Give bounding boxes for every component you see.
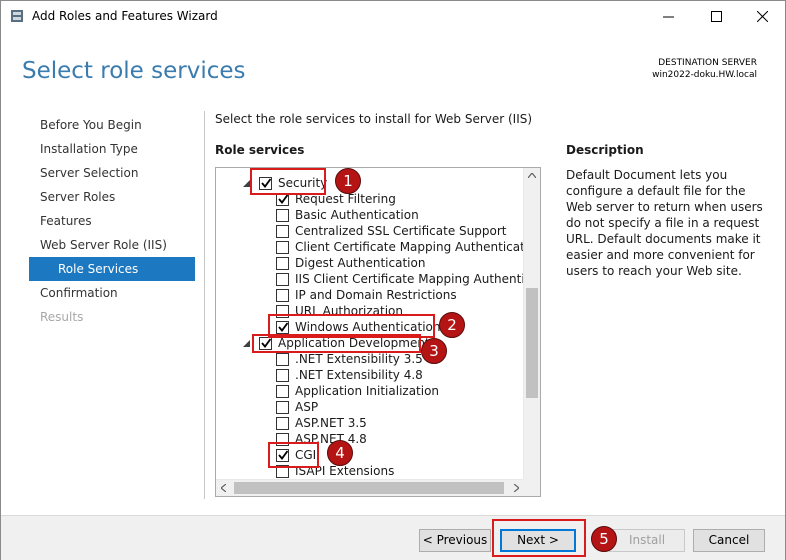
checkbox[interactable] (276, 401, 289, 414)
checkbox[interactable] (276, 241, 289, 254)
wizard-footer: < Previous Next > Install Cancel (1, 515, 785, 560)
nav-step[interactable]: Web Server Role (IIS) (29, 233, 195, 257)
checkbox[interactable] (276, 273, 289, 286)
role-services-heading: Role services (215, 143, 305, 157)
maximize-button[interactable] (693, 1, 739, 32)
minimize-icon (662, 16, 674, 18)
tree-row-label: Digest Authentication (295, 256, 426, 270)
window-title: Add Roles and Features Wizard (32, 9, 218, 23)
destination-server-name: win2022-doku.HW.local (652, 70, 757, 80)
vertical-scroll-thumb[interactable] (526, 288, 538, 398)
annotation-badge-2: 2 (439, 312, 465, 338)
install-button[interactable]: Install (609, 529, 685, 552)
scroll-right-icon[interactable] (514, 484, 519, 492)
nav-step[interactable]: Server Roles (29, 185, 195, 209)
tree-row-label: .NET Extensibility 4.8 (295, 368, 423, 382)
checkbox[interactable] (276, 385, 289, 398)
wizard-window: Add Roles and Features Wizard Select rol… (0, 0, 786, 560)
tree-row[interactable]: .NET Extensibility 3.5 (216, 351, 524, 367)
tree-row[interactable]: ASP (216, 399, 524, 415)
checkbox[interactable] (276, 225, 289, 238)
minimize-button[interactable] (645, 1, 691, 32)
scroll-left-icon[interactable] (221, 484, 226, 492)
horizontal-scroll-thumb[interactable] (234, 482, 504, 494)
scroll-up-icon[interactable] (528, 173, 536, 178)
checkbox[interactable] (276, 257, 289, 270)
nav-step[interactable]: Server Selection (29, 161, 195, 185)
annotation-box-app-dev (252, 334, 421, 353)
instruction-text: Select the role services to install for … (215, 112, 533, 126)
annotation-box-cgi (268, 442, 319, 468)
close-button[interactable] (739, 1, 785, 32)
scrollbar-corner (523, 479, 540, 496)
annotation-badge-3: 3 (421, 338, 447, 364)
annotation-badge-4: 4 (327, 440, 353, 466)
tree-row[interactable]: CGI (216, 447, 524, 463)
tree-row[interactable]: Application Initialization (216, 383, 524, 399)
tree-row[interactable]: Client Certificate Mapping Authenticatio… (216, 239, 540, 255)
annotation-badge-5: 5 (591, 526, 617, 552)
wizard-header: Select role services DESTINATION SERVER … (1, 32, 785, 100)
tree-row[interactable]: .NET Extensibility 4.8 (216, 367, 524, 383)
annotation-box-security (250, 168, 326, 195)
previous-button[interactable]: < Previous (419, 529, 491, 552)
tree-row-label: Basic Authentication (295, 208, 419, 222)
cancel-button[interactable]: Cancel (693, 529, 765, 552)
description-text: Default Document lets you configure a de… (566, 168, 763, 278)
annotation-box-next (492, 519, 586, 557)
nav-divider (204, 111, 205, 499)
tree-row-label: IP and Domain Restrictions (295, 288, 457, 302)
tree-row[interactable]: ASP.NET 3.5 (216, 415, 524, 431)
server-manager-icon (11, 10, 23, 22)
collapse-triangle-icon[interactable] (243, 180, 250, 187)
tree-row[interactable]: Basic Authentication (216, 207, 524, 223)
maximize-icon (710, 11, 722, 22)
checkbox[interactable] (276, 369, 289, 382)
tree-row[interactable]: IP and Domain Restrictions (216, 287, 524, 303)
wizard-steps-nav: Before You Begin Installation Type Server … (29, 113, 195, 329)
checkbox[interactable] (276, 209, 289, 222)
tree-row-label: Centralized SSL Certificate Support (295, 224, 507, 238)
destination-server-label: DESTINATION SERVER (658, 58, 757, 68)
horizontal-scrollbar[interactable] (216, 479, 524, 496)
nav-step[interactable]: Features (29, 209, 195, 233)
annotation-badge-1: 1 (335, 168, 361, 194)
tree-row[interactable]: Digest Authentication (216, 255, 524, 271)
tree-row-label: Application Initialization (295, 384, 440, 398)
checkbox[interactable] (276, 417, 289, 430)
tree-row[interactable]: ISAPI Extensions (216, 463, 524, 479)
description-heading: Description (566, 143, 644, 157)
nav-step[interactable]: Installation Type (29, 137, 195, 161)
close-icon (756, 11, 768, 22)
tree-row-label: Client Certificate Mapping Authenticatio… (295, 240, 541, 254)
tree-row[interactable]: ASP.NET 4.8 (216, 431, 524, 447)
tree-row[interactable]: IIS Client Certificate Mapping Authentic… (216, 271, 540, 287)
tree-row-label: ASP (295, 400, 319, 414)
nav-step: Results (40, 310, 84, 324)
nav-step[interactable]: Before You Begin (29, 113, 195, 137)
title-bar: Add Roles and Features Wizard (1, 1, 785, 32)
collapse-triangle-icon[interactable] (243, 340, 250, 347)
tree-row[interactable]: Centralized SSL Certificate Support (216, 223, 524, 239)
vertical-scrollbar[interactable] (523, 168, 540, 496)
page-title: Select role services (22, 58, 246, 84)
tree-row-label: IIS Client Certificate Mapping Authentic… (295, 272, 541, 286)
nav-step[interactable]: Confirmation (29, 281, 195, 305)
checkbox[interactable] (276, 353, 289, 366)
tree-row-label: ASP.NET 3.5 (295, 416, 367, 430)
tree-row-label: .NET Extensibility 3.5 (295, 352, 423, 366)
nav-step[interactable]: Role Services (29, 257, 195, 281)
checkbox[interactable] (276, 289, 289, 302)
